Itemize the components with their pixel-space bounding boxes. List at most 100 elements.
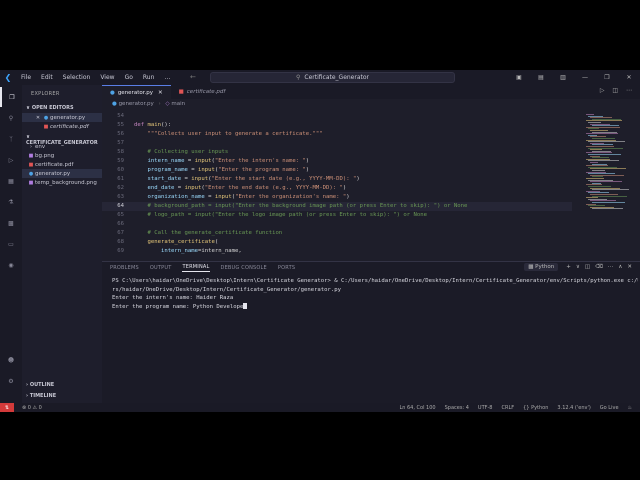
menu-run[interactable]: Run [138,74,160,81]
explorer-title: EXPLORER [31,91,60,97]
notifications-bell-icon[interactable]: ♨ [628,405,632,411]
close-panel-icon[interactable]: ✕ [627,264,632,270]
layout-icon[interactable]: ▣ [508,74,530,81]
code-line[interactable]: 57 [102,139,572,148]
code-line[interactable]: 54 [102,112,572,121]
code-line[interactable]: 69 intern_name=intern_name, [102,247,572,256]
line-ending[interactable]: CRLF [501,405,514,411]
file-tree-item[interactable]: ■ bg.png [22,151,102,160]
tab-output[interactable]: OUTPUT [150,265,172,272]
code-line[interactable]: 61 start_date = input("Enter the start d… [102,175,572,184]
line-number: 68 [117,239,124,245]
problems-status[interactable]: ⊗ 0 ⚠ 0 [22,405,42,411]
more-actions-icon[interactable]: ⋯ [626,87,632,94]
line-number: 64 [117,203,124,209]
code-line[interactable]: 64 # background_path = input("Enter the … [102,202,572,211]
code-line[interactable]: 65 # logo_path = input("Enter the logo i… [102,211,572,220]
trash-icon[interactable]: ⌫ [595,264,603,270]
timeline-header[interactable]: › TIMELINE [26,393,56,399]
image-file-icon: ■ [28,179,34,186]
tab-terminal[interactable]: TERMINAL [182,264,210,272]
chevron-down-icon[interactable]: ∨ [576,264,580,270]
line-number: 58 [117,149,124,155]
extensions-icon[interactable]: ▦ [0,171,22,191]
split-terminal-icon[interactable]: ◫ [585,264,590,270]
search-activity-icon[interactable]: ⚲ [0,108,22,128]
remote-indicator-icon[interactable]: ⇅ [0,403,14,412]
back-arrow-icon[interactable]: ← [190,73,196,81]
remote-explorer-icon[interactable]: ▩ [0,213,22,233]
editor-tabs: ● generator.py ✕ ■ certificate.pdf ▷ ◫ ⋯ [102,85,640,99]
menu-file[interactable]: File [16,74,36,81]
line-number: 57 [117,140,124,146]
minimap[interactable] [582,112,640,261]
minimize-icon[interactable]: — [574,74,596,81]
file-tree-item[interactable]: › env [22,142,102,151]
source-control-icon[interactable]: ᛉ [0,129,22,149]
testing-icon[interactable]: ⚗ [0,192,22,212]
tab-debug-console[interactable]: DEBUG CONSOLE [221,265,267,272]
menu-selection[interactable]: Selection [58,74,96,81]
code-line[interactable]: 56 """Collects user input to generate a … [102,130,572,139]
open-editor-item[interactable]: ✕ ● generator.py [22,113,102,122]
line-number: 56 [117,131,124,137]
more-actions-icon[interactable]: ⋯ [608,264,614,270]
open-editors-header[interactable]: ∨ OPEN EDITORS [26,105,74,111]
code-line[interactable]: 66 [102,220,572,229]
tab-certificate-pdf[interactable]: ■ certificate.pdf [171,85,234,99]
line-text: # Call the generate_certificate function [134,230,283,236]
docker-icon[interactable]: ▭ [0,234,22,254]
code-line[interactable]: 68 generate_certificate( [102,238,572,247]
tab-ports[interactable]: PORTS [278,265,295,272]
menu-go[interactable]: Go [120,74,138,81]
add-terminal-icon[interactable]: + [566,264,571,270]
line-text: end_date = input("Enter the end date (e.… [147,185,347,191]
open-editor-item[interactable]: ■ certificate.pdf [22,122,102,131]
indentation[interactable]: Spaces: 4 [445,405,469,411]
cursor-position[interactable]: Ln 64, Col 100 [399,405,435,411]
split-editor-icon[interactable]: ◫ [612,87,618,94]
run-debug-icon[interactable]: ▷ [0,150,22,170]
code-line[interactable]: 62 end_date = input("Enter the end date … [102,184,572,193]
restore-icon[interactable]: ❐ [596,74,618,81]
go-live-button[interactable]: Go Live [600,405,619,411]
github-icon[interactable]: ◉ [0,255,22,275]
command-center-search[interactable]: ⚲ Certificate_Generator [210,72,455,83]
layout-sidebar-icon[interactable]: ▥ [552,74,574,81]
chevron-right-icon: › [30,143,32,150]
terminal-output[interactable]: PS C:\Users\haidar\OneDrive\Desktop\Inte… [112,277,638,311]
settings-gear-icon[interactable]: ⚙ [0,371,22,391]
code-editor[interactable]: 54 55 def main(): 56 """Collects user input… [102,112,572,261]
maximize-panel-icon[interactable]: ∧ [618,264,622,270]
close-icon[interactable]: ✕ [34,115,42,121]
breadcrumb-symbol[interactable]: main [171,101,185,107]
account-icon[interactable]: ☻ [0,350,22,370]
terminal-input-line[interactable]: Enter the program name: Python Develope [112,303,638,312]
file-tree-item[interactable]: ■ temp_background.png [22,178,102,187]
breadcrumb-file[interactable]: generator.py [119,101,154,107]
code-line[interactable]: 60 program_name = input("Enter the progr… [102,166,572,175]
close-icon[interactable]: ✕ [158,90,163,96]
code-line[interactable]: 63 organization_name = input("Enter the … [102,193,572,202]
encoding[interactable]: UTF-8 [478,405,493,411]
code-line[interactable]: 55 def main(): [102,121,572,130]
close-icon[interactable]: ✕ [618,74,640,81]
terminal-selector[interactable]: ▩ Python [524,263,559,271]
run-python-icon[interactable]: ▷ [600,87,605,94]
code-line[interactable]: 59 intern_name = input("Enter the intern… [102,157,572,166]
terminal-name: Python [535,264,555,270]
code-line[interactable]: 58 # Collecting user inputs [102,148,572,157]
layout-panel-icon[interactable]: ▤ [530,74,552,81]
menu-edit[interactable]: Edit [36,74,58,81]
language-mode[interactable]: {} Python [523,405,548,411]
menu-view[interactable]: View [95,74,119,81]
code-line[interactable]: 67 # Call the generate_certificate funct… [102,229,572,238]
file-tree-item[interactable]: ■ certificate.pdf [22,160,102,169]
tab-generator-py[interactable]: ● generator.py ✕ [102,85,171,99]
outline-header[interactable]: › OUTLINE [26,382,54,388]
explorer-icon[interactable]: ❐ [0,87,22,107]
python-interpreter[interactable]: 3.12.4 ('env') [557,405,590,411]
menu-more[interactable]: … [159,74,175,81]
tab-problems[interactable]: PROBLEMS [110,265,139,272]
file-tree-item[interactable]: ● generator.py [22,169,102,178]
